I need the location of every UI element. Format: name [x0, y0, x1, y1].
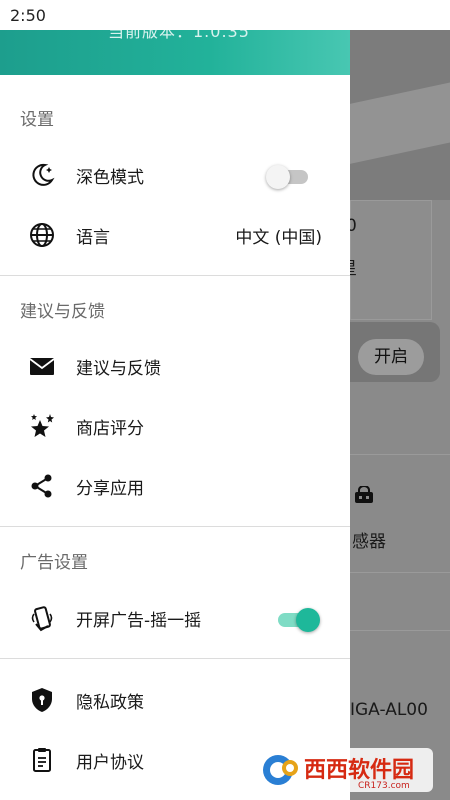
rate-label: 商店评分 [76, 419, 144, 439]
background-enable-button[interactable]: 开启 [358, 339, 424, 375]
dark-mode-toggle[interactable] [266, 165, 310, 189]
document-icon [33, 748, 51, 772]
dark-mode-label: 深色模式 [76, 168, 144, 188]
dark-mode-row[interactable]: 深色模式 [0, 147, 350, 203]
background-divider [350, 630, 450, 631]
status-time: 2:50 [10, 6, 46, 25]
navigation-drawer: 当前版本：1.0.35 设置 深色模式 语言 中文 (中国) 建议与反馈 建议与… [0, 22, 350, 800]
share-icon [31, 474, 52, 498]
background-text: 感器 [352, 532, 386, 552]
section-title-feedback: 建议与反馈 [20, 302, 105, 322]
privacy-row[interactable]: 隐私政策 [0, 672, 350, 728]
stars-icon [31, 414, 54, 437]
background-divider [350, 572, 450, 573]
globe-icon [30, 223, 54, 247]
watermark-logo: 西西软件园 CR173.com [258, 748, 433, 792]
share-row[interactable]: 分享应用 [0, 458, 350, 514]
background-card [350, 200, 432, 320]
shake-phone-icon [31, 606, 53, 632]
language-label: 语言 [76, 228, 110, 248]
status-bar: 2:50 [0, 0, 450, 30]
mail-icon [29, 358, 55, 375]
toggle-knob [266, 165, 290, 189]
watermark-brand: 西西软件园 [304, 757, 414, 783]
background-text: IGA-AL00 [350, 700, 428, 720]
watermark-url: CR173.com [358, 781, 410, 791]
background-divider [350, 454, 450, 455]
splash-ad-label: 开屏广告-摇一摇 [76, 611, 202, 631]
moon-stars-icon [32, 163, 55, 186]
terms-label: 用户协议 [76, 753, 144, 773]
section-divider [0, 658, 350, 659]
rate-row[interactable]: 商店评分 [0, 398, 350, 454]
sensor-icon [355, 486, 373, 503]
share-label: 分享应用 [76, 479, 144, 499]
shield-icon [32, 688, 52, 712]
language-value: 中文 (中国) [235, 228, 322, 248]
feedback-label: 建议与反馈 [76, 359, 161, 379]
section-divider [0, 275, 350, 276]
splash-ad-row[interactable]: 开屏广告-摇一摇 [0, 590, 350, 646]
privacy-label: 隐私政策 [76, 693, 144, 713]
splash-ad-toggle[interactable] [274, 608, 320, 632]
drawer-header: 当前版本：1.0.35 [0, 22, 350, 75]
section-title-ads: 广告设置 [20, 553, 88, 573]
section-divider [0, 526, 350, 527]
feedback-row[interactable]: 建议与反馈 [0, 338, 350, 394]
section-title-settings: 设置 [20, 110, 54, 130]
toggle-knob [296, 608, 320, 632]
language-row[interactable]: 语言 中文 (中国) [0, 207, 350, 263]
